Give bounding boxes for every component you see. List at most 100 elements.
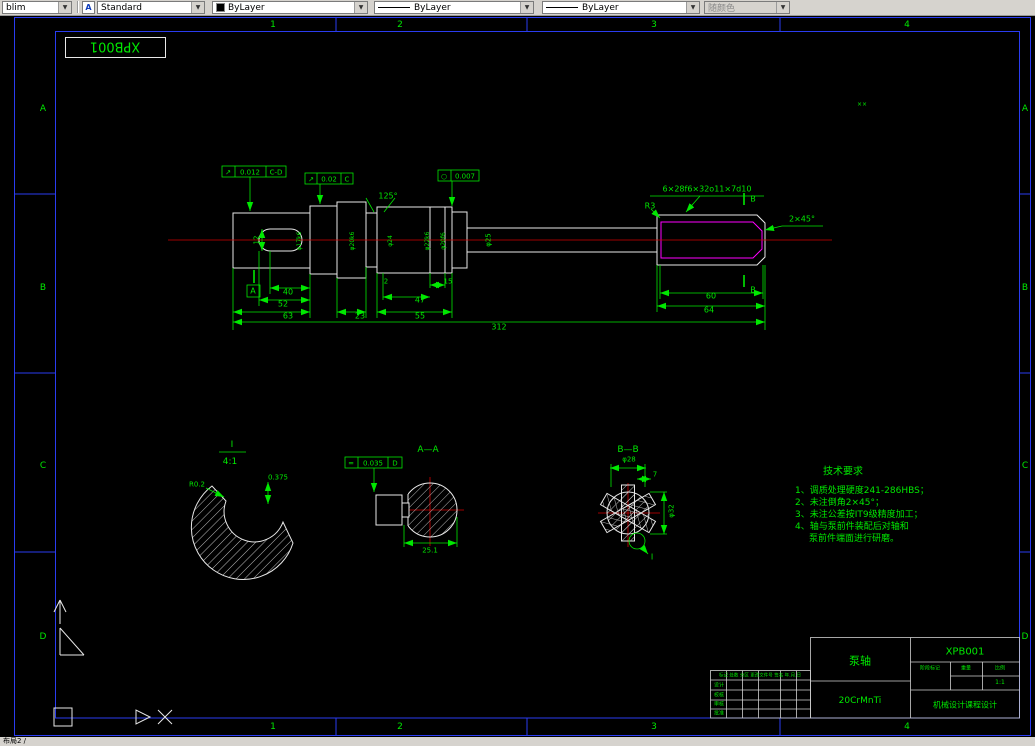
fcf1-symbol: ↗ xyxy=(225,168,231,176)
dim-40: 40 xyxy=(283,288,293,297)
section-bb-view xyxy=(599,484,657,542)
detail-callout-label: I xyxy=(651,553,653,562)
zone-row-c-right: C xyxy=(1022,461,1028,471)
fcf3-symbol: ○ xyxy=(441,172,447,180)
dim-125deg: 125° xyxy=(378,192,397,201)
section-aa-label: A—A xyxy=(417,445,439,455)
titleblock-scale-header: 比例 xyxy=(995,665,1005,672)
titleblock-stage-header: 阶段标记 xyxy=(920,665,940,672)
text-style-dropdown-arrow[interactable]: ▼ xyxy=(191,2,204,13)
tech-req-title: 技术要求 xyxy=(823,464,863,477)
zone-col-4-bottom: 4 xyxy=(904,722,910,732)
fcf1-datum: C-D xyxy=(270,168,283,176)
dim-7: 7 xyxy=(653,470,657,478)
titleblock-drawing-no: XPB001 xyxy=(946,646,985,657)
lineweight-combo[interactable]: ByLayer ▼ xyxy=(542,1,700,14)
detail-view-crescent xyxy=(190,485,294,580)
section-b-top-label: B xyxy=(750,195,756,204)
spline-spec: 6×28f6×32o11×7d10 xyxy=(663,185,752,194)
fcf2-symbol: ↗ xyxy=(308,175,314,183)
stray-mark: ×× xyxy=(857,101,867,108)
titleblock-material: 20CrMnTi xyxy=(839,696,882,706)
drawing-canvas[interactable]: ABCDABCD1 2 3 41 2 3 4XPB001××12405263 23 554715… xyxy=(0,0,1035,746)
fcf2-value: 0.02 xyxy=(321,175,337,183)
zone-row-a-right: A xyxy=(1022,104,1029,114)
sheet-border-frame xyxy=(14,17,1031,736)
toolbar: blim ▼ A Standard ▼ ByLayer ▼ ByLayer ▼ … xyxy=(0,0,1035,16)
zone-col-1-bottom: 1 xyxy=(270,722,276,732)
dim-d25: φ25 xyxy=(484,233,492,247)
zone-col-2-top: 2 xyxy=(397,20,403,30)
linetype-combo[interactable]: ByLayer ▼ xyxy=(374,1,534,14)
zone-row-b-right: B xyxy=(1022,283,1028,293)
dim-d24: φ24 xyxy=(387,235,394,247)
zone-row-d-left: D xyxy=(40,632,47,642)
section-aa-view xyxy=(375,482,458,538)
dim-52: 52 xyxy=(278,300,288,309)
dim-d32: φ32 xyxy=(667,504,675,518)
section-b-bottom-label: B xyxy=(750,286,756,295)
linetype-dropdown-arrow[interactable]: ▼ xyxy=(520,2,533,13)
text-style-icon[interactable]: A xyxy=(82,1,95,14)
titleblock-revision-row: 标记 处数 分区 更改文件号 签名 年.月.日 xyxy=(719,671,801,678)
dim-style-value: blim xyxy=(6,2,26,13)
fcf1-value: 0.012 xyxy=(240,168,260,176)
flow-arrow-icon xyxy=(135,709,152,725)
dim-63: 63 xyxy=(283,312,293,321)
text-style-value: Standard xyxy=(101,2,142,13)
zone-col-3-top: 3 xyxy=(651,20,657,30)
dim-d17: φ17k6 xyxy=(296,231,303,250)
cross-mark-icon xyxy=(157,709,173,725)
dim-312: 312 xyxy=(491,323,506,332)
color-combo[interactable]: ByLayer ▼ xyxy=(212,1,368,14)
cad-application-window: { "toolbar": { "dim_style": "blim", "tex… xyxy=(0,0,1035,746)
detail-scale: 4:1 xyxy=(223,457,237,467)
dim-25-1: 25.1 xyxy=(422,546,438,554)
color-dropdown-arrow[interactable]: ▼ xyxy=(354,2,367,13)
layout-tab-label: 布局2 / xyxy=(3,737,27,745)
text-style-combo[interactable]: Standard ▼ xyxy=(97,1,205,14)
dim-47: 47 xyxy=(415,296,425,305)
titleblock-scale-value: 1:1 xyxy=(995,679,1005,686)
dim-d28: φ28 xyxy=(622,455,636,463)
fcf2-datum: C xyxy=(345,175,350,183)
dim-55: 55 xyxy=(415,312,425,321)
color-swatch-icon xyxy=(216,3,225,12)
dim-d20b: φ20f6 xyxy=(440,232,447,250)
tech-req-line-1: 1、调质处理硬度241-286HBS； xyxy=(795,484,929,496)
dim-chamfer: 2×45° xyxy=(789,215,815,224)
dim-r02: R0.2 xyxy=(189,480,205,488)
tech-req-line-5: 泵前件端面进行研磨。 xyxy=(809,532,899,544)
titleblock-sign-approve: 批准 xyxy=(714,710,724,717)
plot-style-combo[interactable]: 随颜色 ▼ xyxy=(704,1,790,14)
fcf4-datum: D xyxy=(392,459,397,467)
dim-64: 64 xyxy=(704,306,714,315)
zone-col-3-bottom: 3 xyxy=(651,722,657,732)
linetype-sample-icon xyxy=(378,7,410,8)
dim-d20a: φ20k6 xyxy=(349,231,356,250)
plot-style-value: 随颜色 xyxy=(708,4,736,14)
zone-row-b-left: B xyxy=(40,283,46,293)
annotation-layer: ABCDABCD1 2 3 41 2 3 4XPB001××12405263 23 554715… xyxy=(40,20,1029,732)
lineweight-dropdown-arrow[interactable]: ▼ xyxy=(686,2,699,13)
titleblock-org: 机械设计课程设计 xyxy=(933,700,997,710)
toolbar-separator xyxy=(77,1,79,13)
titleblock-weight-header: 重量 xyxy=(961,665,971,672)
flipped-sheet-title: XPB001 xyxy=(90,39,140,54)
detail-label: I xyxy=(231,440,234,450)
fcf4-symbol: = xyxy=(348,459,354,467)
dim-style-combo[interactable]: blim ▼ xyxy=(2,1,72,14)
dim-style-dropdown-arrow[interactable]: ▼ xyxy=(58,2,71,13)
plot-style-dropdown-arrow[interactable]: ▼ xyxy=(776,2,789,13)
ucs-icon xyxy=(53,599,85,656)
section-bb-label: B—B xyxy=(617,445,638,455)
lineweight-value: ByLayer xyxy=(582,2,619,13)
titleblock-sign-check: 校核 xyxy=(714,692,724,699)
dim-15: 15 xyxy=(444,277,453,285)
zone-row-d-right: D xyxy=(1022,632,1029,642)
titleblock-part-name: 泵轴 xyxy=(849,654,871,668)
layout-tab-bar[interactable]: 布局2 / xyxy=(0,737,1035,746)
viewport-corner-box xyxy=(53,707,73,727)
zone-col-2-bottom: 2 xyxy=(397,722,403,732)
dim-d22: φ22k6 xyxy=(424,231,431,250)
